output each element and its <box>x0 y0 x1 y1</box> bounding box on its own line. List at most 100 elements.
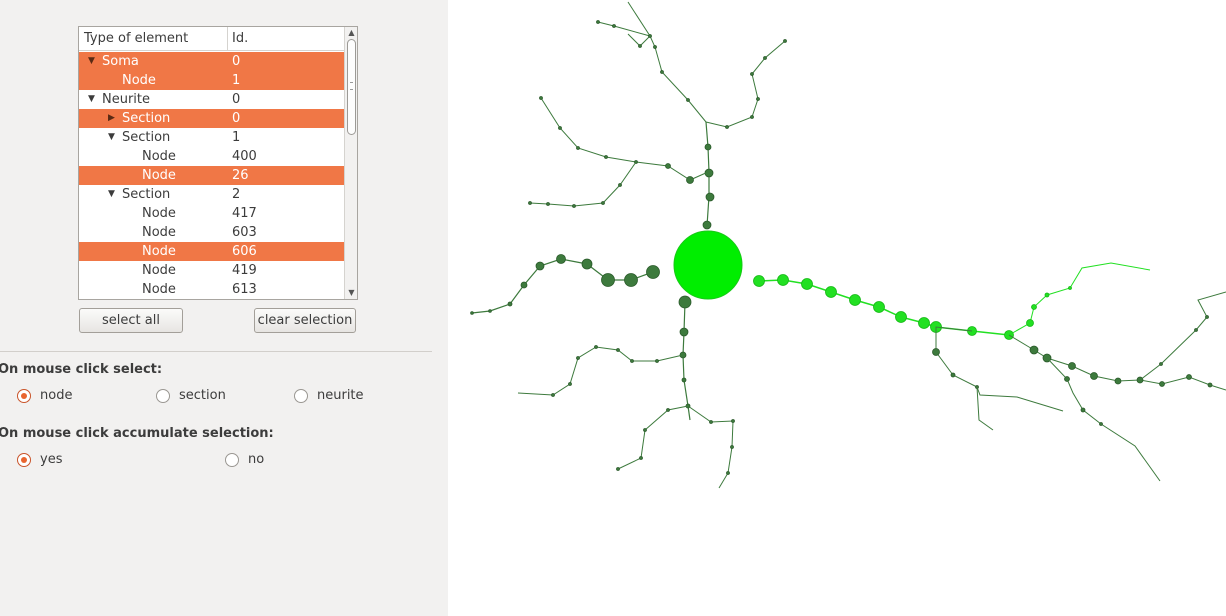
expanded-arrow-icon[interactable]: ▼ <box>88 52 98 71</box>
neurite-node[interactable] <box>638 44 642 48</box>
neurite-node[interactable] <box>1080 407 1086 413</box>
selected-neurite-node[interactable] <box>801 278 813 290</box>
neurite-node[interactable] <box>568 382 572 386</box>
neurite-node[interactable] <box>1068 362 1076 370</box>
tree-row[interactable]: Node 400 <box>79 147 344 166</box>
neurite-node[interactable] <box>572 204 576 208</box>
clear-selection-button[interactable]: clear selection <box>254 308 356 333</box>
selected-neurite-node[interactable] <box>895 311 907 323</box>
selected-neurite-node[interactable] <box>849 294 861 306</box>
neurite-node[interactable] <box>1159 381 1165 387</box>
neurite-node[interactable] <box>546 202 550 206</box>
scroll-up-arrow-icon[interactable]: ▲ <box>345 27 357 39</box>
neurite-node[interactable] <box>1068 286 1072 290</box>
selected-neurite-node[interactable] <box>777 274 789 286</box>
neurite-node[interactable] <box>1186 374 1192 380</box>
select-all-button[interactable]: select all <box>79 308 183 333</box>
neurite-node[interactable] <box>604 155 608 159</box>
neurite-node[interactable] <box>665 163 671 169</box>
neurite-node[interactable] <box>1090 372 1098 380</box>
neurite-node[interactable] <box>576 146 580 150</box>
neurite-node[interactable] <box>528 201 532 205</box>
neurite-segment[interactable] <box>517 346 684 396</box>
neurite-node[interactable] <box>1026 319 1034 327</box>
neurite-node[interactable] <box>763 56 767 60</box>
tree-row[interactable]: Node 606 <box>79 242 344 261</box>
neurite-node[interactable] <box>551 393 555 397</box>
tree-scrollbar[interactable]: ▲ ▼ <box>344 27 357 299</box>
tree-row[interactable]: Node 419 <box>79 261 344 280</box>
expanded-arrow-icon[interactable]: ▼ <box>88 90 98 109</box>
neurite-node[interactable] <box>470 311 474 315</box>
scrollbar-thumb[interactable] <box>347 39 356 135</box>
neurite-segment[interactable] <box>627 33 651 47</box>
tree-row[interactable]: ▼ Neurite 0 <box>79 90 344 109</box>
neurite-node[interactable] <box>731 419 735 423</box>
neurite-node[interactable] <box>750 115 754 119</box>
neurite-node[interactable] <box>488 309 492 313</box>
radio-circle-icon[interactable] <box>225 453 239 467</box>
neurite-node[interactable] <box>726 471 730 475</box>
neurite-node[interactable] <box>704 143 712 151</box>
radio-node[interactable]: node <box>17 387 97 405</box>
radio-section[interactable]: section <box>156 387 246 405</box>
neurite-node[interactable] <box>679 327 689 337</box>
neurite-node[interactable] <box>709 420 713 424</box>
neurite-node[interactable] <box>655 359 659 363</box>
neurite-node[interactable] <box>643 428 647 432</box>
selected-neurite-node[interactable] <box>825 286 837 298</box>
radio-yes[interactable]: yes <box>17 451 87 469</box>
neurite-node[interactable] <box>520 281 528 289</box>
neurite-node[interactable] <box>705 192 715 202</box>
neurite-node[interactable] <box>558 126 562 130</box>
neurite-node[interactable] <box>648 34 652 38</box>
collapsed-arrow-icon[interactable]: ▶ <box>108 109 118 128</box>
neurite-node[interactable] <box>750 72 754 76</box>
neurite-node[interactable] <box>618 183 622 187</box>
neurite-node[interactable] <box>702 220 712 230</box>
neurite-node[interactable] <box>601 201 605 205</box>
neurite-node[interactable] <box>639 456 643 460</box>
column-header-id[interactable]: Id. <box>228 27 344 51</box>
neurite-segment[interactable] <box>471 258 654 314</box>
neurite-segment[interactable] <box>617 405 689 470</box>
neurite-segment[interactable] <box>1139 291 1226 381</box>
neurite-node[interactable] <box>1205 315 1209 319</box>
neurite-node[interactable] <box>616 348 620 352</box>
neurite-node[interactable] <box>1114 377 1122 385</box>
neurite-node[interactable] <box>666 408 670 412</box>
neurite-node[interactable] <box>1031 304 1037 310</box>
neurite-node[interactable] <box>1207 382 1213 388</box>
neuron-3d-viewer[interactable] <box>448 0 1226 616</box>
neurite-node[interactable] <box>678 295 692 309</box>
tree-row[interactable]: Node 417 <box>79 204 344 223</box>
neurite-node[interactable] <box>1194 328 1198 332</box>
tree-row[interactable]: Node 1 <box>79 71 344 90</box>
neurite-segment[interactable] <box>935 326 994 431</box>
neurite-node[interactable] <box>539 96 543 100</box>
neurite-node[interactable] <box>1029 345 1039 355</box>
neurite-segment[interactable] <box>627 1 707 123</box>
neurite-segment[interactable] <box>687 405 734 489</box>
radio-no[interactable]: no <box>225 451 285 469</box>
neurite-node[interactable] <box>507 301 513 307</box>
neurite-node[interactable] <box>576 356 580 360</box>
neurite-node[interactable] <box>594 345 598 349</box>
radio-circle-icon[interactable] <box>294 389 308 403</box>
neurite-node[interactable] <box>612 24 616 28</box>
neurite-node[interactable] <box>646 265 660 279</box>
neurite-node[interactable] <box>1044 292 1050 298</box>
tree-row[interactable]: ▼ Soma 0 <box>79 52 344 71</box>
neurite-node[interactable] <box>725 125 729 129</box>
neurite-node[interactable] <box>686 176 694 184</box>
neurite-segment[interactable] <box>682 301 691 421</box>
neurite-node[interactable] <box>556 254 566 264</box>
tree-row[interactable]: Node 603 <box>79 223 344 242</box>
expanded-arrow-icon[interactable]: ▼ <box>108 128 118 147</box>
neuron-morphology-render[interactable] <box>448 0 1226 616</box>
tree-row[interactable]: Node 613 <box>79 280 344 299</box>
column-header-type[interactable]: Type of element <box>79 27 228 51</box>
neurite-node[interactable] <box>660 70 664 74</box>
radio-circle-icon[interactable] <box>156 389 170 403</box>
radio-neurite[interactable]: neurite <box>294 387 384 405</box>
